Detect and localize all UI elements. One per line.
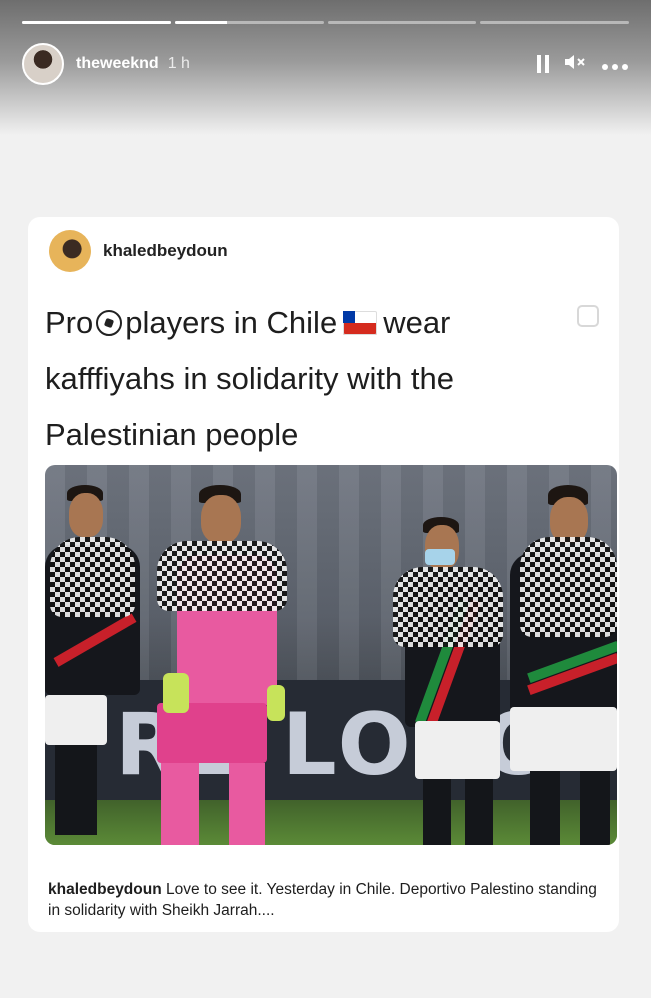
post-author-username[interactable]: khaledbeydoun (103, 241, 228, 261)
caption-username[interactable]: khaledbeydoun (48, 881, 162, 898)
post-author-avatar[interactable] (49, 230, 91, 272)
checkbox-icon (577, 305, 599, 327)
headline-text: kafffiyahs in solidarity with the (45, 361, 454, 396)
player-figure (385, 517, 505, 845)
story-progress-segment (22, 21, 171, 24)
pause-icon[interactable] (537, 55, 549, 73)
shared-post-card[interactable]: khaledbeydoun Pro players in Chile wear ka… (28, 217, 619, 932)
post-headline: Pro players in Chile wear kafffiyahs in so… (45, 295, 545, 463)
post-photo[interactable]: RE LOCO (45, 465, 617, 845)
story-controls (537, 52, 629, 76)
story-timestamp: 1 h (167, 55, 190, 72)
story-progress-bar (22, 21, 629, 24)
story-username[interactable]: theweeknd (76, 55, 159, 73)
story-progress-segment (480, 21, 629, 24)
speaker-muted-icon[interactable] (563, 52, 587, 76)
headline-text: Pro (45, 305, 94, 340)
story-progress-segment (327, 21, 477, 24)
story-progress-segment (174, 21, 324, 24)
post-header: khaledbeydoun (49, 230, 228, 272)
headline-text: wear (383, 305, 451, 340)
headline-text: Palestinian people (45, 417, 299, 452)
player-figure (45, 485, 145, 845)
headline-text: players in Chile (125, 305, 338, 340)
soccer-ball-icon (96, 310, 123, 336)
more-horizontal-icon[interactable] (601, 53, 629, 75)
player-figure (490, 485, 617, 845)
post-caption: khaledbeydoun Love to see it. Yesterday … (48, 879, 603, 921)
story-header: theweeknd 1 h (22, 42, 629, 86)
chile-flag-icon (343, 311, 378, 335)
story-user-avatar[interactable] (22, 43, 64, 85)
goalkeeper-figure (157, 485, 287, 845)
